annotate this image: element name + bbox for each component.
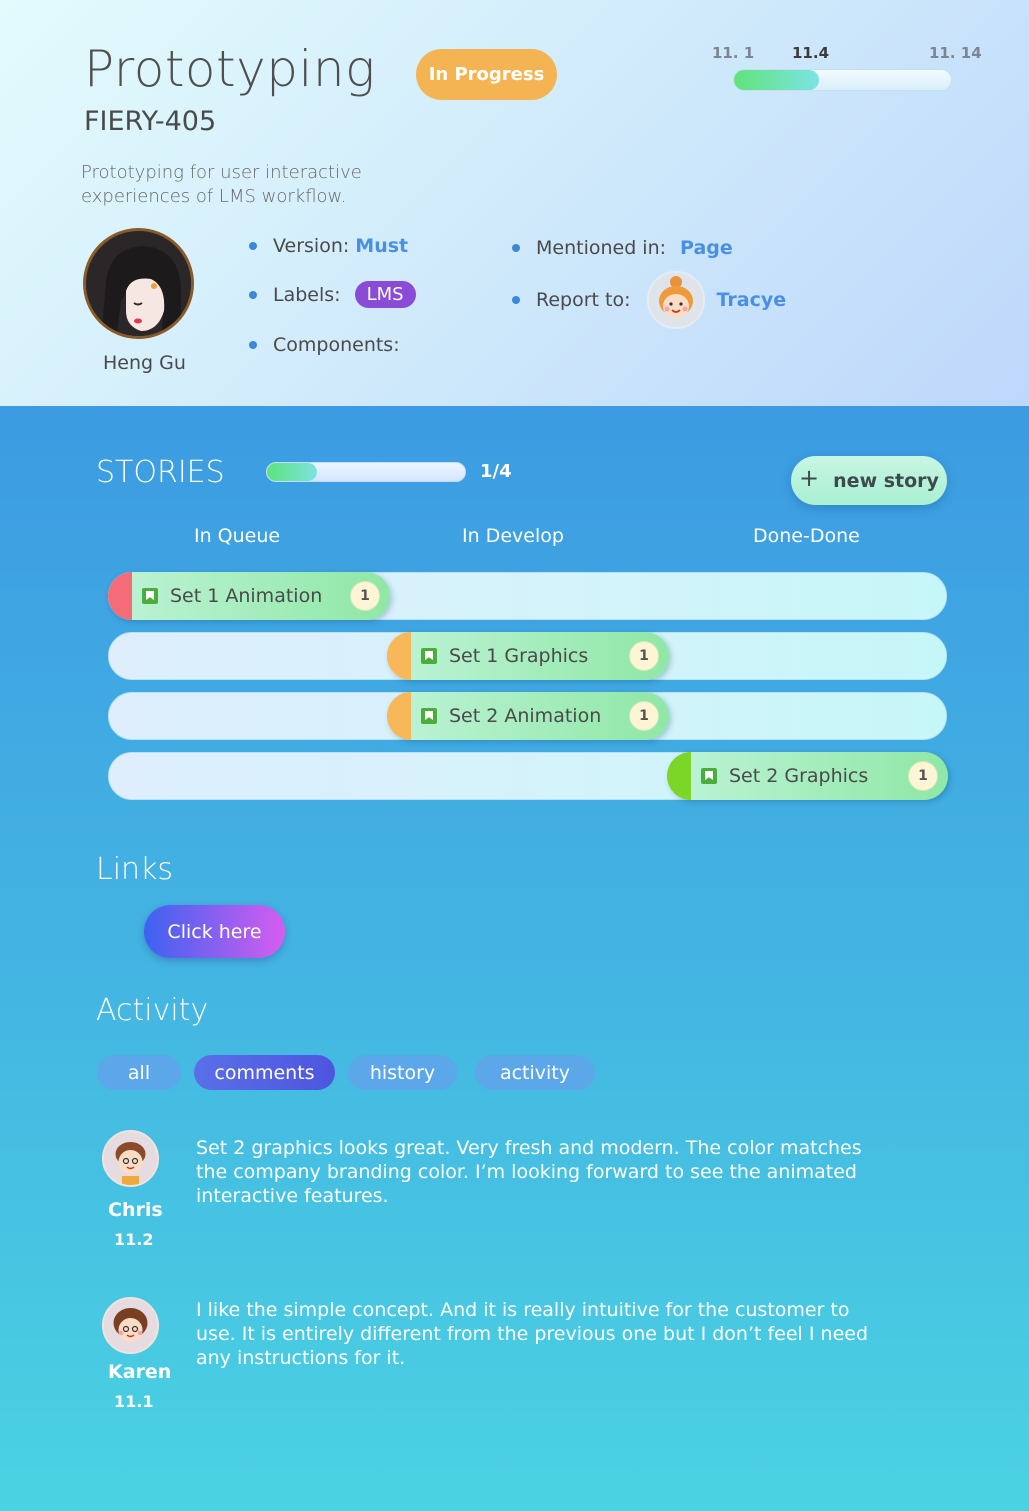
story-count-badge: 1 — [350, 581, 380, 611]
issue-key: FIERY-405 — [84, 106, 217, 137]
timeline-progress-bar — [733, 69, 952, 91]
comment-author: Chris — [108, 1199, 163, 1221]
story-lane: Set 2 Graphics 1 — [108, 752, 948, 800]
bullet-icon — [249, 290, 257, 299]
reporter-avatar-illustration — [648, 273, 703, 327]
click-here-button[interactable]: Click here — [144, 905, 285, 958]
timeline-current-label: 11.4 — [792, 44, 830, 62]
story-status-cap — [667, 752, 691, 800]
mentioned-label: Mentioned in: — [536, 237, 667, 259]
comment-date: 11.1 — [114, 1392, 154, 1411]
commenter-avatar[interactable] — [102, 1297, 159, 1354]
timeline-labels: 11. 1 11.4 11. 14 — [700, 44, 990, 64]
meta-components: Components: — [249, 334, 400, 356]
timeline-progress-fill — [734, 70, 819, 90]
owner-name: Heng Gu — [103, 352, 186, 374]
comment-text: I like the simple concept. And it is rea… — [196, 1299, 869, 1369]
bullet-icon — [249, 242, 257, 250]
column-in-queue: In Queue — [194, 525, 281, 547]
page-title: Prototyping — [84, 40, 376, 98]
report-label: Report to: — [536, 289, 631, 311]
status-badge[interactable]: In Progress — [416, 49, 557, 100]
bookmark-icon — [142, 588, 158, 604]
column-in-develop: In Develop — [462, 525, 564, 547]
story-card[interactable]: Set 1 Graphics 1 — [387, 632, 669, 680]
stories-title: STORIES — [96, 455, 225, 490]
owner-avatar-illustration — [86, 231, 191, 336]
new-story-button[interactable]: + new story — [791, 456, 947, 505]
stories-progress-count: 1/4 — [480, 461, 512, 482]
story-lane: Set 1 Graphics 1 — [108, 632, 947, 680]
story-count-badge: 1 — [908, 761, 938, 791]
story-lane: Set 2 Animation 1 — [108, 692, 947, 740]
timeline-start-label: 11. 1 — [712, 44, 755, 62]
story-name: Set 1 Animation — [170, 585, 323, 607]
version-value[interactable]: Must — [355, 235, 408, 257]
comment-text: Set 2 graphics looks great. Very fresh a… — [196, 1137, 862, 1207]
meta-report-to: Report to: Tracye — [512, 271, 786, 329]
plus-icon: + — [799, 463, 820, 492]
issue-description: Prototyping for user interactive experie… — [81, 162, 362, 207]
story-count-badge: 1 — [629, 701, 659, 731]
stories-progress-fill — [267, 463, 317, 481]
commenter-avatar-illustration — [104, 1132, 157, 1185]
components-label: Components: — [273, 334, 400, 356]
story-card[interactable]: Set 2 Animation 1 — [387, 692, 669, 740]
story-name: Set 1 Graphics — [449, 645, 589, 667]
story-name: Set 2 Animation — [449, 705, 602, 727]
story-card[interactable]: Set 2 Graphics 1 — [667, 752, 948, 800]
story-card[interactable]: Set 1 Animation 1 — [108, 572, 390, 620]
reporter-name-link[interactable]: Tracye — [717, 289, 787, 311]
comment-date: 11.2 — [114, 1230, 154, 1249]
column-done-done: Done-Done — [753, 525, 860, 547]
bullet-icon — [512, 244, 520, 252]
story-name: Set 2 Graphics — [729, 765, 869, 787]
bookmark-icon — [421, 648, 437, 664]
story-count-badge: 1 — [629, 641, 659, 671]
mentioned-link[interactable]: Page — [680, 237, 733, 259]
tab-activity[interactable]: activity — [475, 1055, 595, 1090]
comment-author: Karen — [108, 1361, 172, 1383]
story-status-cap — [387, 692, 411, 740]
story-lane: Set 1 Animation 1 — [108, 572, 947, 620]
meta-mentioned: Mentioned in: Page — [512, 237, 733, 259]
owner-avatar[interactable] — [83, 228, 194, 339]
commenter-avatar-illustration — [104, 1299, 157, 1352]
tab-comments[interactable]: comments — [194, 1055, 335, 1090]
stories-progress-bar — [266, 462, 466, 482]
meta-version: Version: Must — [249, 235, 408, 257]
issue-header: Prototyping FIERY-405 In Progress Protot… — [0, 0, 1029, 406]
new-story-label: new story — [833, 469, 939, 492]
tab-all[interactable]: all — [97, 1055, 181, 1090]
reporter-avatar[interactable] — [646, 271, 705, 329]
bullet-icon — [512, 296, 520, 304]
commenter-avatar[interactable] — [102, 1130, 159, 1187]
version-label: Version: — [273, 235, 350, 257]
links-title: Links — [96, 852, 174, 887]
bookmark-icon — [701, 768, 717, 784]
bullet-icon — [249, 341, 257, 349]
timeline-end-label: 11. 14 — [929, 44, 982, 62]
tab-history[interactable]: history — [348, 1055, 457, 1090]
meta-labels: Labels: LMS — [249, 281, 416, 308]
labels-label: Labels: — [273, 283, 341, 306]
activity-title: Activity — [96, 993, 209, 1028]
story-status-cap — [387, 632, 411, 680]
label-chip-lms[interactable]: LMS — [354, 281, 416, 308]
bookmark-icon — [421, 708, 437, 724]
